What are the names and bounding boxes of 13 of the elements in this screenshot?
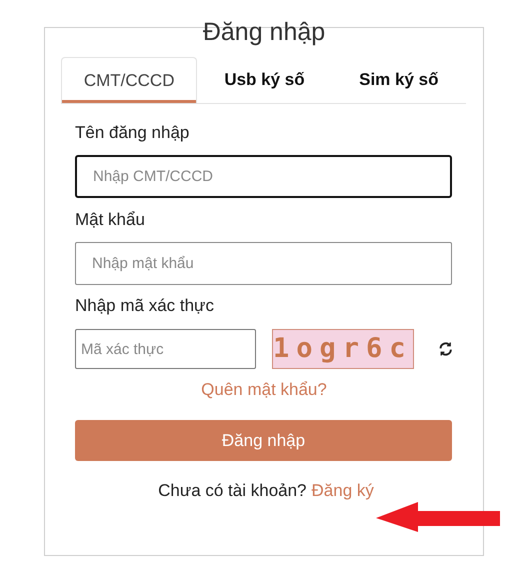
field-label: Nhập mã xác thực <box>75 295 215 317</box>
tab[interactable]: Sim ký số <box>332 57 466 103</box>
text-input[interactable]: Nhập mật khẩu <box>75 242 452 285</box>
tab[interactable]: Usb ký số <box>197 57 332 103</box>
tab[interactable]: CMT/CCCD <box>61 57 198 103</box>
arrow-icon <box>376 502 501 532</box>
field-label: Mật khẩu <box>75 209 146 231</box>
login-title: Đăng nhập <box>202 17 326 48</box>
captcha-image: 1ogr6c <box>272 329 414 369</box>
text-input[interactable]: Nhập CMT/CCCD <box>75 155 452 198</box>
captcha-input[interactable]: Mã xác thực <box>75 329 256 369</box>
signup-prompt: Chưa có tài khoản? <box>158 480 307 502</box>
field-label: Tên đăng nhập <box>75 122 190 144</box>
